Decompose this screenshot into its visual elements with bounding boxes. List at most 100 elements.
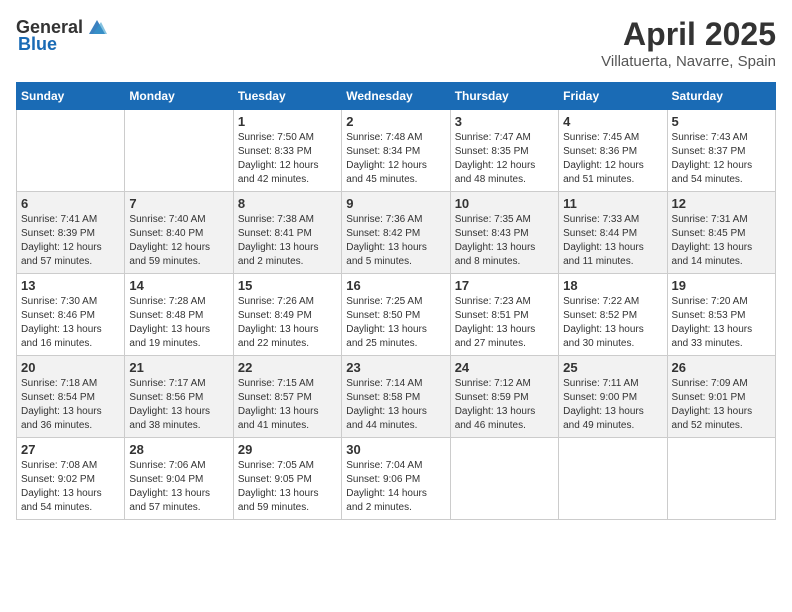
- weekday-header-row: SundayMondayTuesdayWednesdayThursdayFrid…: [17, 83, 776, 110]
- calendar-week-row: 6 Sunrise: 7:41 AM Sunset: 8:39 PM Daylig…: [17, 192, 776, 274]
- location-title: Villatuerta, Navarre, Spain: [601, 53, 776, 70]
- day-number: 8: [238, 196, 337, 211]
- calendar-cell: 12Sunrise: 7:31 AM Sunset: 8:45 PM Dayli…: [667, 192, 775, 274]
- cell-info: Sunrise: 7:20 AM Sunset: 8:53 PM Dayligh…: [672, 295, 771, 351]
- cell-info: Sunrise: 7:11 AM Sunset: 9:00 PM Dayligh…: [563, 377, 662, 433]
- calendar-cell: 29Sunrise: 7:05 AM Sunset: 9:05 PM Dayli…: [233, 438, 341, 520]
- calendar-cell: 21 Sunrise: 7:17 AM Sunset: 8:56 PM Dayli…: [125, 356, 233, 438]
- title-area: April 2025 Villatuerta, Navarre, Spain: [601, 16, 776, 70]
- day-number: 22: [238, 360, 337, 375]
- calendar-cell: 22 Sunrise: 7:15 AM Sunset: 8:57 PM Dayli…: [233, 356, 341, 438]
- calendar-cell: 18 Sunrise: 7:22 AM Sunset: 8:52 PM Dayli…: [559, 274, 667, 356]
- calendar-cell: 24Sunrise: 7:12 AM Sunset: 8:59 PM Dayli…: [450, 356, 558, 438]
- day-number: 16: [346, 278, 445, 293]
- logo: General Blue: [16, 16, 107, 55]
- cell-info: Sunrise: 7:04 AM Sunset: 9:06 PM Dayligh…: [346, 459, 445, 515]
- day-number: 17: [455, 278, 554, 293]
- calendar-table: SundayMondayTuesdayWednesdayThursdayFrid…: [16, 82, 776, 520]
- calendar-cell: 5Sunrise: 7:43 AM Sunset: 8:37 PM Daylig…: [667, 110, 775, 192]
- day-number: 19: [672, 278, 771, 293]
- calendar-cell: 26 Sunrise: 7:09 AM Sunset: 9:01 PM Dayli…: [667, 356, 775, 438]
- calendar-week-row: 1 Sunrise: 7:50 AM Sunset: 8:33 PM Daylig…: [17, 110, 776, 192]
- cell-info: Sunrise: 7:47 AM Sunset: 8:35 PM Dayligh…: [455, 131, 554, 187]
- weekday-header-thursday: Thursday: [450, 83, 558, 110]
- weekday-header-monday: Monday: [125, 83, 233, 110]
- calendar-cell: 4Sunrise: 7:45 AM Sunset: 8:36 PM Daylig…: [559, 110, 667, 192]
- cell-info: Sunrise: 7:08 AM Sunset: 9:02 PM Dayligh…: [21, 459, 120, 515]
- calendar-cell: 8Sunrise: 7:38 AM Sunset: 8:41 PM Daylig…: [233, 192, 341, 274]
- calendar-cell: 14 Sunrise: 7:28 AM Sunset: 8:48 PM Dayli…: [125, 274, 233, 356]
- cell-info: Sunrise: 7:09 AM Sunset: 9:01 PM Dayligh…: [672, 377, 771, 433]
- day-number: 7: [129, 196, 228, 211]
- day-number: 30: [346, 442, 445, 457]
- calendar-cell: 28 Sunrise: 7:06 AM Sunset: 9:04 PM Dayli…: [125, 438, 233, 520]
- calendar-cell: 30 Sunrise: 7:04 AM Sunset: 9:06 PM Dayli…: [342, 438, 450, 520]
- calendar-week-row: 13 Sunrise: 7:30 AM Sunset: 8:46 PM Dayli…: [17, 274, 776, 356]
- calendar-cell: 10 Sunrise: 7:35 AM Sunset: 8:43 PM Dayli…: [450, 192, 558, 274]
- cell-info: Sunrise: 7:26 AM Sunset: 8:49 PM Dayligh…: [238, 295, 337, 351]
- calendar-cell: 3Sunrise: 7:47 AM Sunset: 8:35 PM Daylig…: [450, 110, 558, 192]
- cell-info: Sunrise: 7:48 AM Sunset: 8:34 PM Dayligh…: [346, 131, 445, 187]
- weekday-header-wednesday: Wednesday: [342, 83, 450, 110]
- calendar-cell: 1 Sunrise: 7:50 AM Sunset: 8:33 PM Daylig…: [233, 110, 341, 192]
- calendar-cell: 23Sunrise: 7:14 AM Sunset: 8:58 PM Dayli…: [342, 356, 450, 438]
- calendar-cell: 25 Sunrise: 7:11 AM Sunset: 9:00 PM Dayli…: [559, 356, 667, 438]
- calendar-cell: 19 Sunrise: 7:20 AM Sunset: 8:53 PM Dayli…: [667, 274, 775, 356]
- cell-info: Sunrise: 7:31 AM Sunset: 8:45 PM Dayligh…: [672, 213, 771, 269]
- cell-info: Sunrise: 7:30 AM Sunset: 8:46 PM Dayligh…: [21, 295, 120, 351]
- calendar-cell: [667, 438, 775, 520]
- day-number: 15: [238, 278, 337, 293]
- day-number: 20: [21, 360, 120, 375]
- calendar-cell: 9 Sunrise: 7:36 AM Sunset: 8:42 PM Daylig…: [342, 192, 450, 274]
- cell-info: Sunrise: 7:25 AM Sunset: 8:50 PM Dayligh…: [346, 295, 445, 351]
- calendar-cell: 11Sunrise: 7:33 AM Sunset: 8:44 PM Dayli…: [559, 192, 667, 274]
- logo-blue: Blue: [18, 34, 57, 55]
- cell-info: Sunrise: 7:15 AM Sunset: 8:57 PM Dayligh…: [238, 377, 337, 433]
- day-number: 9: [346, 196, 445, 211]
- calendar-cell: 16 Sunrise: 7:25 AM Sunset: 8:50 PM Dayli…: [342, 274, 450, 356]
- day-number: 25: [563, 360, 662, 375]
- cell-info: Sunrise: 7:22 AM Sunset: 8:52 PM Dayligh…: [563, 295, 662, 351]
- cell-info: Sunrise: 7:50 AM Sunset: 8:33 PM Dayligh…: [238, 131, 337, 187]
- calendar-cell: [559, 438, 667, 520]
- cell-info: Sunrise: 7:12 AM Sunset: 8:59 PM Dayligh…: [455, 377, 554, 433]
- day-number: 6: [21, 196, 120, 211]
- weekday-header-friday: Friday: [559, 83, 667, 110]
- day-number: 27: [21, 442, 120, 457]
- calendar-week-row: 20 Sunrise: 7:18 AM Sunset: 8:54 PM Dayli…: [17, 356, 776, 438]
- cell-info: Sunrise: 7:36 AM Sunset: 8:42 PM Dayligh…: [346, 213, 445, 269]
- cell-info: Sunrise: 7:18 AM Sunset: 8:54 PM Dayligh…: [21, 377, 120, 433]
- month-title: April 2025: [601, 16, 776, 53]
- calendar-cell: 15 Sunrise: 7:26 AM Sunset: 8:49 PM Dayli…: [233, 274, 341, 356]
- calendar-cell: 17 Sunrise: 7:23 AM Sunset: 8:51 PM Dayli…: [450, 274, 558, 356]
- calendar-cell: 27 Sunrise: 7:08 AM Sunset: 9:02 PM Dayli…: [17, 438, 125, 520]
- calendar-cell: 6 Sunrise: 7:41 AM Sunset: 8:39 PM Daylig…: [17, 192, 125, 274]
- day-number: 21: [129, 360, 228, 375]
- calendar-week-row: 27 Sunrise: 7:08 AM Sunset: 9:02 PM Dayli…: [17, 438, 776, 520]
- cell-info: Sunrise: 7:45 AM Sunset: 8:36 PM Dayligh…: [563, 131, 662, 187]
- day-number: 18: [563, 278, 662, 293]
- cell-info: Sunrise: 7:35 AM Sunset: 8:43 PM Dayligh…: [455, 213, 554, 269]
- logo-icon: [85, 16, 107, 38]
- cell-info: Sunrise: 7:23 AM Sunset: 8:51 PM Dayligh…: [455, 295, 554, 351]
- cell-info: Sunrise: 7:40 AM Sunset: 8:40 PM Dayligh…: [129, 213, 228, 269]
- day-number: 13: [21, 278, 120, 293]
- cell-info: Sunrise: 7:17 AM Sunset: 8:56 PM Dayligh…: [129, 377, 228, 433]
- day-number: 1: [238, 114, 337, 129]
- day-number: 26: [672, 360, 771, 375]
- calendar-cell: [17, 110, 125, 192]
- day-number: 11: [563, 196, 662, 211]
- cell-info: Sunrise: 7:41 AM Sunset: 8:39 PM Dayligh…: [21, 213, 120, 269]
- day-number: 10: [455, 196, 554, 211]
- cell-info: Sunrise: 7:06 AM Sunset: 9:04 PM Dayligh…: [129, 459, 228, 515]
- calendar-cell: 7 Sunrise: 7:40 AM Sunset: 8:40 PM Daylig…: [125, 192, 233, 274]
- page-header: General Blue April 2025 Villatuerta, Nav…: [16, 16, 776, 70]
- cell-info: Sunrise: 7:14 AM Sunset: 8:58 PM Dayligh…: [346, 377, 445, 433]
- calendar-cell: [450, 438, 558, 520]
- cell-info: Sunrise: 7:43 AM Sunset: 8:37 PM Dayligh…: [672, 131, 771, 187]
- day-number: 28: [129, 442, 228, 457]
- day-number: 14: [129, 278, 228, 293]
- weekday-header-tuesday: Tuesday: [233, 83, 341, 110]
- cell-info: Sunrise: 7:28 AM Sunset: 8:48 PM Dayligh…: [129, 295, 228, 351]
- calendar-cell: 13 Sunrise: 7:30 AM Sunset: 8:46 PM Dayli…: [17, 274, 125, 356]
